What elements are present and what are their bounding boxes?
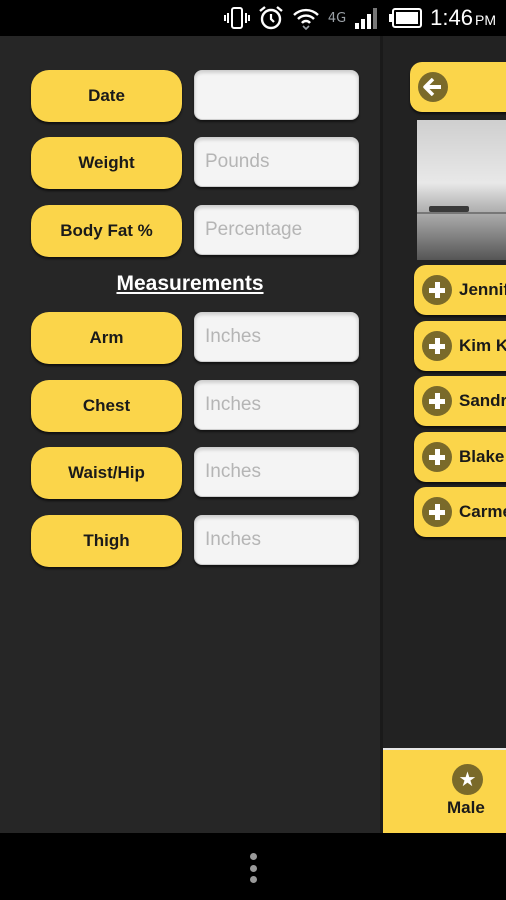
signal-icon — [355, 8, 378, 29]
list-item-blake[interactable]: Blake — [414, 432, 506, 482]
list-item-label: Kim K — [459, 336, 506, 355]
list-item-carmen[interactable]: Carmen — [414, 487, 506, 537]
side-drawer: Jennifer Kim K Sandra Blake Carmen ★ Mal… — [383, 36, 506, 833]
section-title: Measurements — [116, 272, 264, 295]
overflow-menu-icon[interactable] — [249, 853, 257, 883]
waist-hip-row: Waist/Hip — [31, 447, 359, 499]
list-item-jennifer[interactable]: Jennifer — [414, 265, 506, 315]
tab-label: Male — [447, 798, 485, 817]
star-icon: ★ — [452, 764, 483, 795]
vibrate-icon — [223, 7, 250, 29]
weight-row: Weight — [31, 137, 359, 189]
clock: 1:46 PM — [430, 5, 496, 30]
list-item-label: Blake — [459, 447, 505, 466]
chest-field[interactable] — [194, 380, 359, 430]
body-fat-row: Body Fat % — [31, 205, 359, 257]
waist-hip-field[interactable] — [194, 447, 359, 497]
list-item-label: Sandra — [459, 391, 506, 410]
plus-icon — [422, 386, 452, 416]
weight-label[interactable]: Weight — [31, 137, 182, 189]
network-type: 4G — [327, 10, 347, 26]
plus-icon — [422, 442, 452, 472]
thigh-label[interactable]: Thigh — [31, 515, 182, 567]
tab-male[interactable]: ★ Male — [383, 748, 506, 833]
weight-field[interactable] — [194, 137, 359, 187]
profile-photo — [417, 120, 506, 260]
wifi-icon — [292, 8, 319, 30]
list-item-label: Jennifer — [459, 280, 506, 299]
arrow-left-icon — [418, 72, 448, 102]
nav-bar — [0, 833, 506, 900]
measurement-form: Date Weight Body Fat % Measurements Arm … — [0, 36, 380, 833]
status-bar: 4G 1:46 PM — [0, 0, 506, 36]
thigh-row: Thigh — [31, 515, 359, 567]
plus-icon — [422, 497, 452, 527]
date-label[interactable]: Date — [31, 70, 182, 122]
waist-hip-label[interactable]: Waist/Hip — [31, 447, 182, 499]
thigh-field[interactable] — [194, 515, 359, 565]
chest-label[interactable]: Chest — [31, 380, 182, 432]
back-button[interactable] — [410, 62, 506, 112]
list-item-sandra[interactable]: Sandra — [414, 376, 506, 426]
plus-icon — [422, 331, 452, 361]
body-fat-field[interactable] — [194, 205, 359, 255]
battery-icon — [389, 8, 423, 28]
list-item-label: Carmen — [459, 502, 506, 521]
arm-row: Arm — [31, 312, 359, 364]
arm-label[interactable]: Arm — [31, 312, 182, 364]
plus-icon — [422, 275, 452, 305]
list-item-kim[interactable]: Kim K — [414, 321, 506, 371]
body-fat-label[interactable]: Body Fat % — [31, 205, 182, 257]
date-row: Date — [31, 70, 359, 122]
date-field[interactable] — [194, 70, 359, 120]
arm-field[interactable] — [194, 312, 359, 362]
chest-row: Chest — [31, 380, 359, 432]
alarm-icon — [259, 6, 283, 30]
